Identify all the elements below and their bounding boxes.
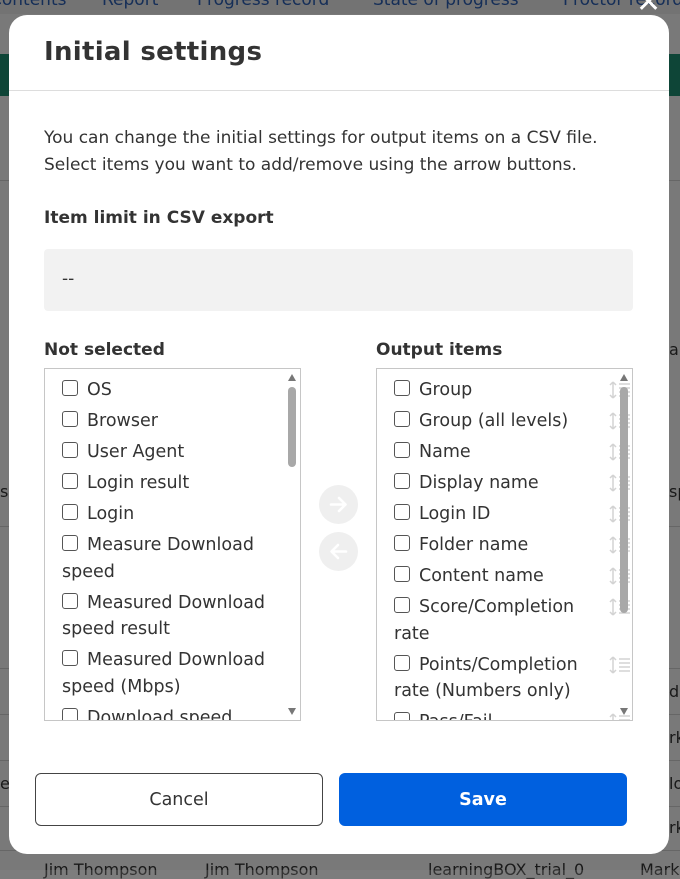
item-label: Measure Download speed bbox=[62, 535, 254, 582]
not-selected-items: OS Browser User Agent Login result Login Meas… bbox=[45, 377, 285, 721]
item-label: Group bbox=[419, 380, 473, 400]
item-label: OS bbox=[87, 380, 112, 400]
list-item[interactable]: Measured Download speed result bbox=[45, 590, 285, 643]
item-checkbox[interactable] bbox=[394, 504, 410, 520]
item-checkbox[interactable] bbox=[62, 473, 78, 489]
item-checkbox[interactable] bbox=[62, 592, 78, 609]
item-checkbox[interactable] bbox=[394, 411, 410, 427]
limit-field[interactable]: -- bbox=[44, 249, 633, 311]
list-item[interactable]: OS bbox=[45, 377, 285, 404]
item-checkbox[interactable] bbox=[62, 707, 78, 720]
list-item[interactable]: Points/Completion rate (Numbers only) bbox=[377, 652, 630, 705]
initial-settings-modal: Initial settings You can change the init… bbox=[9, 15, 669, 854]
item-checkbox[interactable] bbox=[394, 535, 410, 551]
item-label: Measured Download speed (Mbps) bbox=[62, 650, 266, 697]
item-label: Points/Completion rate (Numbers only) bbox=[394, 654, 578, 702]
arrow-right-icon bbox=[329, 496, 347, 513]
not-selected-list[interactable]: OS Browser User Agent Login result Login Meas… bbox=[44, 368, 301, 721]
list-item[interactable]: Pass/Fail bbox=[377, 709, 630, 720]
item-checkbox[interactable] bbox=[394, 473, 410, 489]
not-selected-label: Not selected bbox=[44, 340, 165, 360]
not-selected-scrollbar[interactable] bbox=[285, 369, 300, 720]
item-checkbox[interactable] bbox=[62, 535, 78, 551]
scroll-up-icon[interactable] bbox=[620, 374, 628, 381]
item-checkbox[interactable] bbox=[62, 442, 78, 458]
list-item[interactable]: Download speed bbox=[45, 705, 285, 721]
item-checkbox[interactable] bbox=[394, 712, 410, 720]
item-label: Folder name bbox=[419, 535, 529, 555]
limit-value: -- bbox=[62, 269, 75, 289]
item-checkbox[interactable] bbox=[394, 597, 410, 613]
scroll-thumb[interactable] bbox=[288, 387, 296, 467]
item-label: Login bbox=[87, 504, 135, 524]
list-item[interactable]: Login result bbox=[45, 470, 285, 497]
item-label: Display name bbox=[419, 473, 539, 493]
modal-description: You can change the initial settings for … bbox=[44, 128, 598, 175]
item-checkbox[interactable] bbox=[62, 411, 78, 427]
list-item[interactable]: Login ID bbox=[377, 501, 630, 528]
item-checkbox[interactable] bbox=[62, 504, 78, 520]
item-checkbox[interactable] bbox=[394, 442, 410, 458]
output-scrollbar[interactable] bbox=[617, 369, 632, 720]
item-checkbox[interactable] bbox=[394, 566, 410, 582]
scroll-down-icon[interactable] bbox=[620, 708, 628, 715]
list-item[interactable]: Login bbox=[45, 501, 285, 528]
arrow-left-icon bbox=[330, 543, 348, 560]
item-checkbox[interactable] bbox=[62, 650, 78, 666]
item-label: Content name bbox=[419, 566, 544, 586]
list-item[interactable]: Display name bbox=[377, 470, 630, 497]
item-label: Pass/Fail bbox=[419, 712, 493, 720]
list-item[interactable]: Browser bbox=[45, 408, 285, 435]
output-items: Group Group (all levels) Name Display name L… bbox=[377, 377, 630, 720]
item-label: Name bbox=[419, 442, 471, 462]
list-item[interactable]: Measure Download speed bbox=[45, 532, 285, 585]
list-item[interactable]: Group bbox=[377, 377, 630, 404]
output-items-label: Output items bbox=[376, 340, 503, 360]
item-label: Score/Completion rate bbox=[394, 597, 575, 644]
item-label: Download speed bbox=[87, 707, 233, 721]
item-label: Login ID bbox=[419, 504, 491, 524]
modal-title: Initial settings bbox=[44, 37, 263, 67]
save-button[interactable]: Save bbox=[339, 773, 627, 826]
item-checkbox[interactable] bbox=[394, 654, 410, 671]
item-label: Login result bbox=[87, 473, 190, 493]
scroll-thumb[interactable] bbox=[620, 387, 628, 613]
cancel-button[interactable]: Cancel bbox=[35, 773, 323, 826]
move-right-button[interactable] bbox=[319, 485, 358, 524]
item-label: User Agent bbox=[87, 442, 185, 462]
list-item[interactable]: Folder name bbox=[377, 532, 630, 559]
scroll-down-icon[interactable] bbox=[288, 708, 296, 715]
list-item[interactable]: Group (all levels) bbox=[377, 408, 630, 435]
output-items-list[interactable]: Group Group (all levels) Name Display name L… bbox=[376, 368, 633, 721]
limit-label: Item limit in CSV export bbox=[44, 208, 274, 228]
item-checkbox[interactable] bbox=[62, 380, 78, 396]
list-item[interactable]: Name bbox=[377, 439, 630, 466]
item-checkbox[interactable] bbox=[394, 380, 410, 396]
item-label: Browser bbox=[87, 411, 158, 431]
list-item[interactable]: User Agent bbox=[45, 439, 285, 466]
scroll-up-icon[interactable] bbox=[288, 374, 296, 381]
move-left-button[interactable] bbox=[319, 532, 358, 571]
item-label: Group (all levels) bbox=[419, 411, 569, 431]
modal-header: Initial settings bbox=[9, 15, 669, 91]
list-item[interactable]: Content name bbox=[377, 563, 630, 590]
item-label: Measured Download speed result bbox=[62, 592, 266, 640]
list-item[interactable]: Measured Download speed (Mbps) bbox=[45, 647, 285, 700]
list-item[interactable]: Score/Completion rate bbox=[377, 594, 630, 647]
